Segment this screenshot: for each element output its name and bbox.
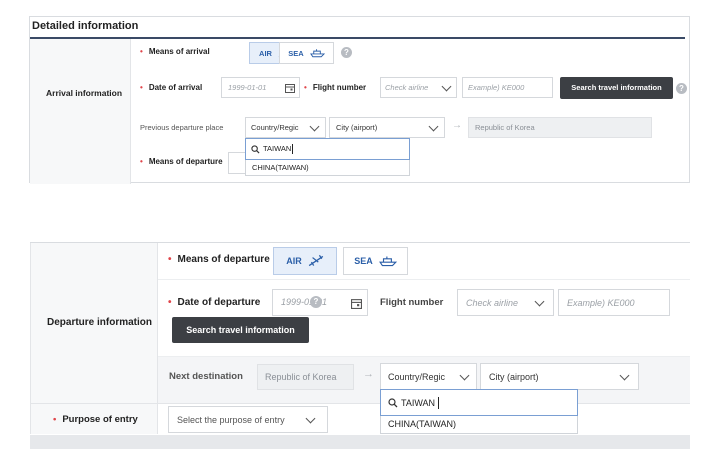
destination-value: Republic of Korea — [475, 123, 535, 132]
footer-bar — [30, 435, 690, 449]
city-select[interactable]: City (airport) — [480, 363, 639, 390]
arrival-date-value: 1999-01-01 — [228, 83, 267, 92]
air-label: AIR — [286, 256, 302, 266]
sea-label: SEA — [354, 256, 373, 266]
ship-icon — [378, 256, 397, 267]
country-option[interactable]: CHINA(TAIWAN) — [380, 416, 578, 434]
search-travel-button[interactable]: Search travel information — [172, 317, 309, 343]
arrow-right-icon: → — [363, 368, 374, 380]
country-select[interactable]: Country/Regic — [380, 363, 477, 390]
panel-title: Detailed information — [32, 20, 139, 32]
chevron-down-icon — [459, 370, 470, 381]
chevron-down-icon — [305, 413, 316, 424]
previous-departure-label: Previous departure place — [140, 123, 224, 132]
destination-field: Republic of Korea — [468, 117, 652, 138]
purpose-of-entry-label: Purpose of entry — [53, 414, 138, 425]
city-select-value: City (airport) — [489, 372, 539, 382]
flight-number-label: Flight number — [304, 83, 366, 92]
city-select-value: City (airport) — [336, 123, 378, 132]
country-select-value: Country/Regic — [251, 123, 299, 132]
arrival-panel: Detailed information Arrival information… — [29, 16, 690, 184]
airline-placeholder: Check airline — [385, 83, 429, 92]
country-search-text: TAIWAN — [263, 144, 292, 153]
country-search-input[interactable]: TAIWAN — [245, 138, 410, 160]
air-button[interactable]: AIR — [273, 247, 337, 275]
calendar-icon[interactable] — [285, 83, 295, 93]
arrival-date-input[interactable]: 1999-01-01 — [221, 77, 300, 98]
flight-number-placeholder: Example) KE000 — [468, 83, 525, 92]
airline-placeholder: Check airline — [466, 298, 519, 308]
flight-number-placeholder: Example) KE000 — [567, 298, 635, 308]
purpose-placeholder: Select the purpose of entry — [177, 415, 285, 425]
flight-number-input[interactable]: Example) KE000 — [462, 77, 553, 98]
chevron-down-icon — [534, 296, 545, 307]
means-of-departure-label: Means of departure — [140, 157, 223, 166]
country-option-label: CHINA(TAIWAN) — [252, 163, 309, 172]
section-label: Departure information — [47, 317, 153, 328]
flight-number-label: Flight number — [380, 297, 444, 308]
clear-date-icon[interactable]: ? — [310, 296, 322, 308]
text-cursor — [438, 397, 439, 409]
help-icon[interactable]: ? — [341, 47, 352, 58]
country-select[interactable]: Country/Regic — [245, 117, 326, 138]
means-of-departure-label: Means of departure — [168, 254, 270, 265]
departure-panel: Departure information Means of departure… — [30, 242, 690, 449]
country-option[interactable]: CHINA(TAIWAN) — [245, 160, 410, 176]
next-destination-label: Next destination — [169, 371, 243, 382]
arrow-right-icon: → — [452, 120, 462, 131]
row-divider — [158, 279, 690, 280]
city-select[interactable]: City (airport) — [329, 117, 445, 138]
chevron-down-icon — [441, 81, 452, 92]
date-of-arrival-label: Date of arrival — [140, 83, 202, 92]
calendar-icon[interactable] — [351, 298, 362, 309]
section-label: Arrival information — [46, 88, 123, 98]
sea-button[interactable]: SEA — [279, 42, 334, 64]
help-icon-2[interactable]: ? — [676, 83, 687, 94]
country-search-input[interactable]: TAIWAN — [380, 389, 578, 416]
origin-value: Republic of Korea — [265, 372, 337, 382]
origin-field: Republic of Korea — [257, 364, 354, 390]
section-label-cell — [30, 39, 131, 184]
airline-select[interactable]: Check airline — [457, 289, 554, 316]
air-label: AIR — [259, 48, 272, 58]
date-of-departure-label: Date of departure — [168, 297, 261, 308]
search-travel-button[interactable]: Search travel information — [560, 77, 673, 99]
country-select-value: Country/Regic — [388, 372, 446, 382]
purpose-select[interactable]: Select the purpose of entry — [168, 406, 328, 433]
airline-select[interactable]: Check airline — [380, 77, 457, 98]
sea-button[interactable]: SEA — [343, 247, 408, 275]
flight-number-input[interactable]: Example) KE000 — [558, 289, 670, 316]
country-search-text: TAIWAN — [401, 398, 435, 408]
means-of-arrival-label: Means of arrival — [140, 47, 210, 56]
country-option-label: CHINA(TAIWAN) — [388, 419, 456, 429]
chevron-down-icon — [428, 121, 439, 132]
ship-icon — [309, 49, 325, 58]
text-cursor — [292, 144, 293, 154]
search-icon — [251, 145, 260, 154]
search-icon — [388, 398, 398, 408]
chevron-down-icon — [309, 121, 320, 132]
sea-label: SEA — [288, 48, 304, 58]
airplane-icon — [308, 254, 323, 267]
chevron-down-icon — [619, 370, 630, 381]
